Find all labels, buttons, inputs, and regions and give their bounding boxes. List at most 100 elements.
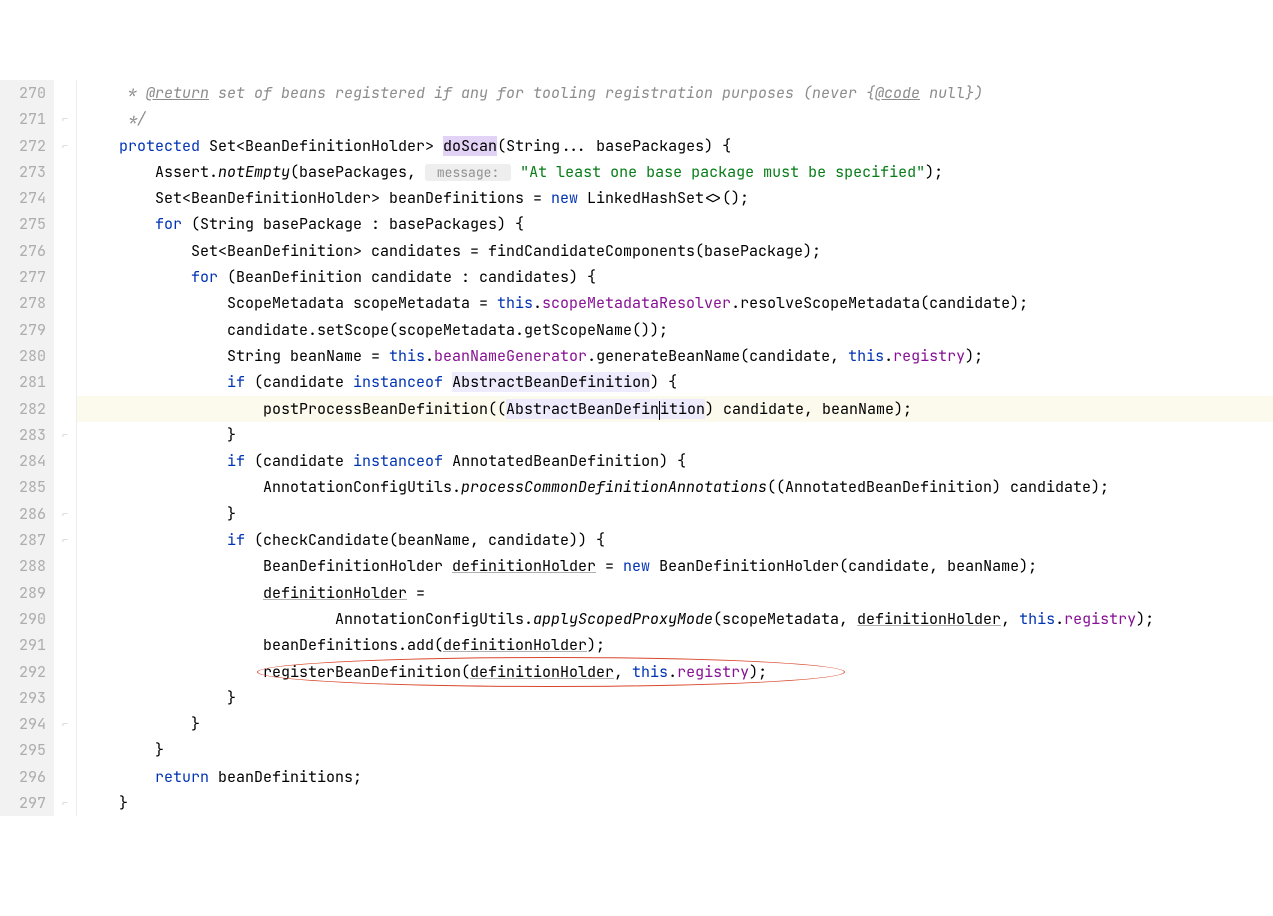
code-line[interactable]: } — [83, 737, 1273, 763]
code-token: AnnotatedBeanDefinition) { — [443, 451, 686, 471]
code-line[interactable]: BeanDefinitionHolder definitionHolder = … — [83, 553, 1273, 579]
fold-marker[interactable]: ⌐ — [54, 133, 76, 159]
code-token: doScan — [443, 136, 497, 156]
code-line[interactable]: } — [83, 422, 1273, 448]
code-line[interactable]: definitionHolder = — [83, 580, 1273, 606]
code-line[interactable]: */ — [83, 106, 1273, 132]
code-token: if — [227, 530, 245, 550]
line-number: 291 — [6, 632, 46, 658]
code-line[interactable]: for (String basePackage : basePackages) … — [83, 211, 1273, 237]
code-line[interactable]: registerBeanDefinition(definitionHolder,… — [83, 659, 1273, 685]
code-line[interactable]: AnnotationConfigUtils.applyScopedProxyMo… — [83, 606, 1273, 632]
code-line[interactable]: String beanName = this.beanNameGenerator… — [83, 343, 1273, 369]
code-area[interactable]: * @return set of beans registered if any… — [77, 80, 1273, 816]
fold-marker — [54, 553, 76, 579]
code-token: registry — [677, 662, 749, 682]
fold-marker — [54, 343, 76, 369]
code-line[interactable]: if (checkCandidate(beanName, candidate))… — [83, 527, 1273, 553]
fold-marker — [54, 685, 76, 711]
line-number: 276 — [6, 238, 46, 264]
code-line[interactable]: AnnotationConfigUtils.processCommonDefin… — [83, 474, 1273, 500]
fold-marker[interactable]: ⌐ — [54, 501, 76, 527]
code-token: Assert. — [83, 162, 218, 182]
code-line[interactable]: } — [83, 790, 1273, 816]
code-token: this — [497, 293, 533, 313]
code-editor[interactable]: 2702712722732742752762772782792802812822… — [0, 80, 1273, 816]
code-token — [83, 267, 191, 287]
code-token: AnnotationConfigUtils. — [83, 477, 461, 497]
code-token: @code — [875, 83, 920, 103]
code-token: . — [668, 662, 677, 682]
fold-marker[interactable]: ⌐ — [54, 106, 76, 132]
code-line[interactable]: postProcessBeanDefinition((AbstractBeanD… — [77, 396, 1273, 422]
code-line[interactable]: candidate.setScope(scopeMetadata.getScop… — [83, 317, 1273, 343]
code-token: AbstractBeanDefin — [506, 399, 659, 419]
fold-marker — [54, 369, 76, 395]
code-token: return — [155, 767, 209, 787]
line-number: 283 — [6, 422, 46, 448]
line-number: 277 — [6, 264, 46, 290]
code-token: ); — [749, 662, 767, 682]
code-token: (BeanDefinition candidate : candidates) … — [218, 267, 596, 287]
code-token: Set<BeanDefinitionHolder> beanDefinition… — [83, 188, 551, 208]
code-line[interactable]: protected Set<BeanDefinitionHolder> doSc… — [83, 133, 1273, 159]
code-token: beanDefinitions.add( — [83, 635, 443, 655]
code-line[interactable]: if (candidate instanceof AbstractBeanDef… — [83, 369, 1273, 395]
code-token: . — [1055, 609, 1064, 629]
code-line[interactable]: Assert.notEmpty(basePackages, message: "… — [83, 159, 1273, 185]
code-token — [83, 214, 155, 234]
code-line[interactable]: Set<BeanDefinitionHolder> beanDefinition… — [83, 185, 1273, 211]
line-number: 282 — [6, 396, 46, 422]
fold-marker — [54, 474, 76, 500]
code-token: notEmpty — [218, 162, 290, 182]
fold-marker[interactable]: ⌐ — [54, 527, 76, 553]
code-token: .resolveScopeMetadata(candidate); — [731, 293, 1028, 313]
line-number: 288 — [6, 553, 46, 579]
code-token: message: — [425, 164, 511, 181]
fold-marker[interactable]: ⌐ — [54, 711, 76, 737]
code-line[interactable]: } — [83, 501, 1273, 527]
code-token: } — [83, 504, 236, 524]
code-token: */ — [83, 109, 146, 129]
code-token: new — [551, 188, 578, 208]
code-token — [511, 162, 520, 182]
code-token — [83, 136, 119, 156]
code-token — [83, 767, 155, 787]
line-number: 290 — [6, 606, 46, 632]
line-number: 289 — [6, 580, 46, 606]
code-line[interactable]: Set<BeanDefinition> candidates = findCan… — [83, 238, 1273, 264]
fold-marker — [54, 290, 76, 316]
line-number: 294 — [6, 711, 46, 737]
code-token: definitionHolder — [470, 662, 614, 682]
code-token: ); — [587, 635, 605, 655]
fold-marker[interactable]: ⌐ — [54, 790, 76, 816]
fold-marker[interactable]: ⌐ — [54, 422, 76, 448]
code-line[interactable]: return beanDefinitions; — [83, 764, 1273, 790]
code-token: } — [83, 688, 236, 708]
fold-marker — [54, 238, 76, 264]
code-token: Set<BeanDefinition> candidates = findCan… — [83, 241, 821, 261]
code-line[interactable]: } — [83, 711, 1273, 737]
code-token: ); — [925, 162, 943, 182]
code-line[interactable]: * @return set of beans registered if any… — [83, 80, 1273, 106]
code-token: instanceof — [353, 372, 443, 392]
code-token: BeanDefinitionHolder — [83, 556, 452, 576]
code-token: (basePackages, — [290, 162, 425, 182]
code-token: (scopeMetadata, — [713, 609, 857, 629]
code-token: null}) — [920, 83, 983, 103]
fold-marker — [54, 606, 76, 632]
code-token: applyScopedProxyMode — [533, 609, 713, 629]
code-line[interactable]: } — [83, 685, 1273, 711]
code-line[interactable]: for (BeanDefinition candidate : candidat… — [83, 264, 1273, 290]
code-token: , — [1001, 609, 1019, 629]
code-token — [83, 451, 227, 471]
code-token: beanDefinitions; — [209, 767, 362, 787]
code-line[interactable]: beanDefinitions.add(definitionHolder); — [83, 632, 1273, 658]
fold-column[interactable]: ⌐⌐⌐⌐⌐⌐⌐ — [54, 80, 77, 816]
fold-marker — [54, 737, 76, 763]
line-number-gutter: 2702712722732742752762772782792802812822… — [0, 80, 54, 816]
code-line[interactable]: if (candidate instanceof AnnotatedBeanDe… — [83, 448, 1273, 474]
code-line[interactable]: ScopeMetadata scopeMetadata = this.scope… — [83, 290, 1273, 316]
code-token: = — [407, 583, 425, 603]
code-token: Set<BeanDefinitionHolder> — [200, 136, 443, 156]
